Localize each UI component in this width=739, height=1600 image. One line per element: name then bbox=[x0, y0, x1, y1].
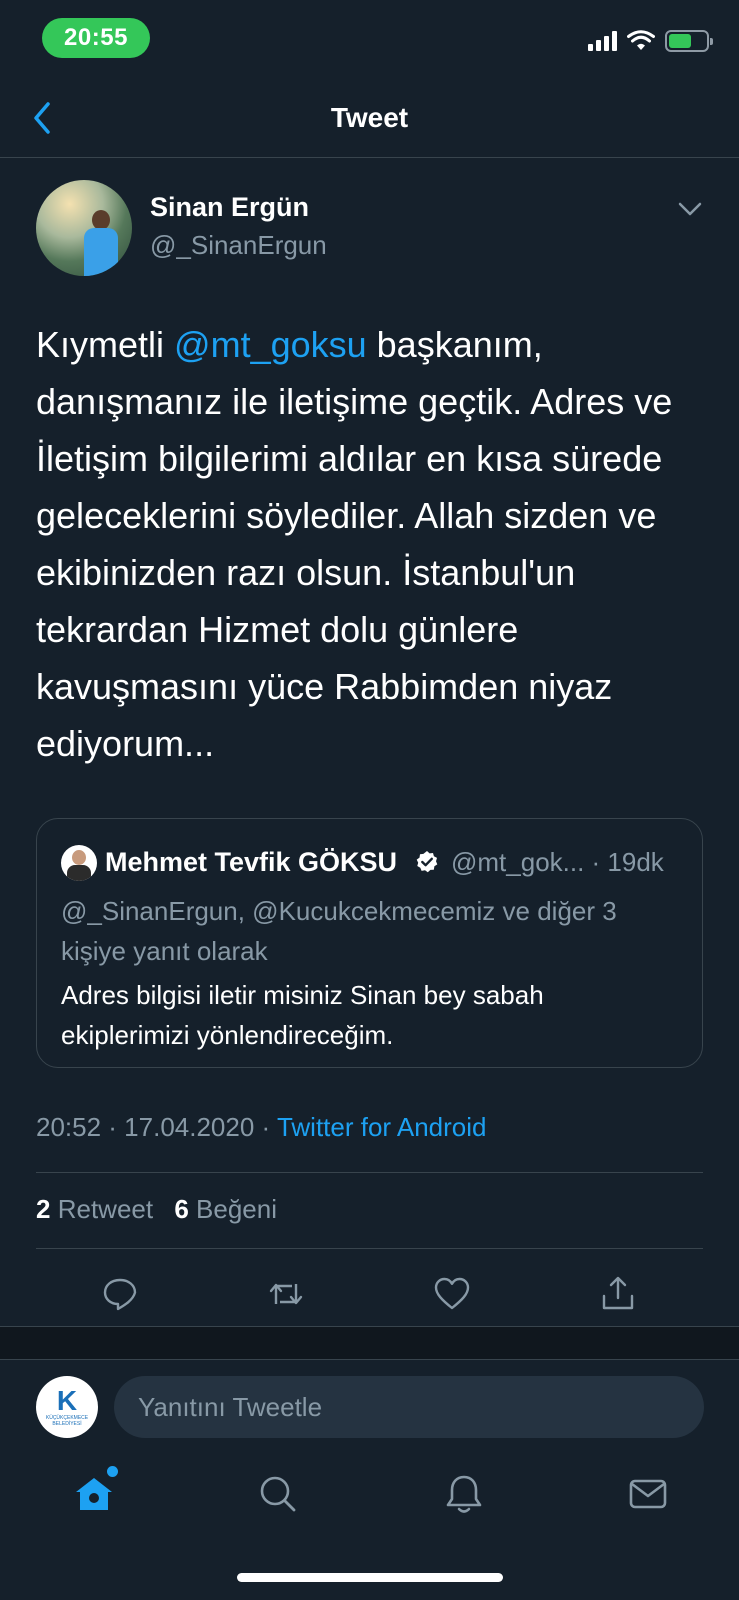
home-icon bbox=[76, 1478, 112, 1510]
heart-icon[interactable] bbox=[432, 1274, 472, 1314]
chevron-down-icon[interactable] bbox=[677, 200, 703, 218]
retweet-icon[interactable] bbox=[266, 1274, 306, 1314]
comment-icon[interactable] bbox=[100, 1274, 140, 1314]
tab-home[interactable] bbox=[72, 1466, 118, 1516]
tab-messages[interactable] bbox=[626, 1472, 670, 1516]
bell-icon bbox=[446, 1475, 482, 1513]
share-icon[interactable] bbox=[598, 1274, 638, 1314]
status-icons bbox=[588, 30, 713, 52]
quoted-handle-time: @mt_gok... · 19dk bbox=[451, 847, 664, 877]
quoted-tweet-card[interactable]: Mehmet Tevfik GÖKSU @mt_gok... · 19dk @_… bbox=[36, 818, 703, 1068]
author-avatar[interactable] bbox=[36, 180, 132, 276]
tab-bar bbox=[0, 1462, 739, 1532]
battery-icon bbox=[665, 30, 713, 52]
cellular-signal-icon bbox=[588, 31, 617, 51]
tweet-time: 20:52 · 17.04.2020 · bbox=[36, 1112, 277, 1142]
author-handle[interactable]: @_SinanErgun bbox=[150, 230, 327, 261]
tweet-source-link[interactable]: Twitter for Android bbox=[277, 1112, 487, 1142]
tweet-stats: 2 Retweet 6 Beğeni bbox=[36, 1194, 291, 1225]
notification-dot bbox=[107, 1466, 118, 1477]
page-title: Tweet bbox=[330, 102, 409, 133]
tab-search[interactable] bbox=[256, 1472, 300, 1516]
wifi-icon bbox=[627, 30, 655, 50]
tweet-text-part1: Kıymetli bbox=[36, 324, 175, 365]
retweets-count: 2 bbox=[36, 1194, 51, 1224]
home-indicator bbox=[237, 1573, 503, 1582]
divider bbox=[36, 1248, 703, 1249]
retweets-label: Retweet bbox=[57, 1194, 154, 1224]
status-bar: 20:55 bbox=[0, 0, 739, 80]
search-icon bbox=[260, 1476, 296, 1512]
quoted-reply-context: @_SinanErgun, @Kucukcekmecemiz ve diğer … bbox=[61, 896, 617, 966]
tab-notifications[interactable] bbox=[442, 1472, 486, 1516]
mail-icon bbox=[629, 1479, 667, 1509]
tweet-text: Kıymetli @mt_goksu başkanım, danışmanız … bbox=[36, 316, 709, 772]
tweet-timestamp: 20:52 · 17.04.2020 · Twitter for Android bbox=[36, 1112, 486, 1143]
tweet-header: Sinan Ergün @_SinanErgun bbox=[36, 178, 703, 278]
quoted-author-avatar bbox=[61, 845, 97, 881]
likes-stat[interactable]: 6 Beğeni bbox=[174, 1194, 277, 1224]
avatar-logo: K bbox=[56, 1385, 78, 1416]
retweets-stat[interactable]: 2 Retweet bbox=[36, 1194, 153, 1224]
likes-label: Beğeni bbox=[196, 1194, 277, 1224]
section-separator bbox=[0, 1326, 739, 1360]
quoted-tweet-text: Adres bilgisi iletir misiniz Sinan bey s… bbox=[61, 980, 544, 1050]
likes-count: 6 bbox=[174, 1194, 189, 1224]
mention-link[interactable]: @mt_goksu bbox=[174, 324, 367, 365]
author-name[interactable]: Sinan Ergün bbox=[150, 192, 309, 223]
tweet-text-part2: başkanım, danışmanız ile iletişime geçti… bbox=[36, 324, 673, 764]
quoted-author-name: Mehmet Tevfik GÖKSU bbox=[105, 847, 398, 877]
tweet-actions bbox=[0, 1268, 739, 1318]
divider bbox=[36, 1172, 703, 1173]
nav-bar: Tweet bbox=[0, 80, 739, 158]
status-time: 20:55 bbox=[42, 18, 150, 58]
avatar-caption: KÜÇÜKÇEKMECE BELEDİYESİ bbox=[45, 1415, 89, 1427]
reply-input[interactable] bbox=[114, 1376, 704, 1438]
verified-badge-icon bbox=[416, 851, 438, 873]
user-avatar[interactable]: K KÜÇÜKÇEKMECE BELEDİYESİ bbox=[36, 1376, 98, 1438]
